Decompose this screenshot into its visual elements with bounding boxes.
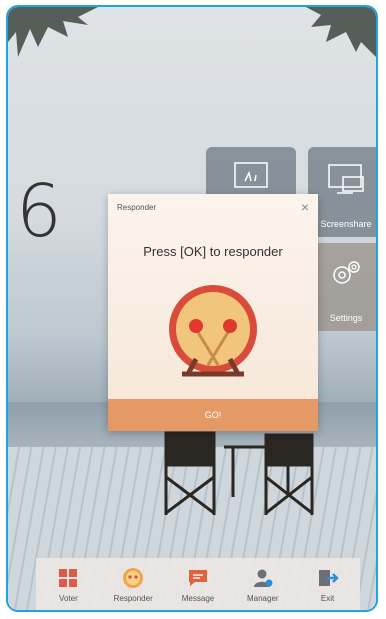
close-icon[interactable]: × (301, 199, 309, 215)
clock-digit: 6 (16, 169, 62, 253)
exit-icon (317, 567, 339, 589)
drum-icon (169, 285, 257, 377)
foliage-left-decoration (8, 7, 98, 57)
whiteboard-icon (234, 162, 268, 188)
responder-icon (122, 567, 144, 589)
taskbar-label: Voter (59, 594, 78, 603)
taskbar-label: Exit (320, 594, 335, 603)
taskbar-label: Responder (113, 594, 153, 603)
taskbar-item-message[interactable]: Message (169, 567, 227, 603)
taskbar-label: Manager (246, 594, 279, 603)
screenshare-icon (328, 164, 364, 194)
taskbar-item-responder[interactable]: Responder (104, 567, 162, 603)
taskbar-item-exit[interactable]: Exit (299, 567, 357, 603)
app-tile-screenshare[interactable]: Screenshare (308, 147, 376, 237)
responder-prompt: Press [OK] to responder (143, 244, 283, 259)
voter-icon (57, 567, 79, 589)
taskbar-item-voter[interactable]: Voter (39, 567, 97, 603)
settings-gear-icon (333, 261, 360, 284)
responder-dialog: Responder × Press [OK] to responder GO! (108, 194, 318, 431)
message-icon (187, 567, 209, 589)
app-tile-settings[interactable]: Settings (308, 243, 376, 331)
screen-frame: 6 Screenshare Settings Responder × Press… (6, 5, 378, 612)
foliage-right-decoration (306, 7, 376, 57)
go-button[interactable]: GO! (108, 399, 318, 431)
tile-label: Screenshare (320, 219, 372, 229)
taskbar-label: Message (181, 594, 215, 603)
dialog-title: Responder (117, 203, 157, 212)
bottom-taskbar: Voter Responder Message Manager Exit (36, 558, 360, 610)
taskbar-item-manager[interactable]: Manager (234, 567, 292, 603)
manager-icon (252, 567, 274, 589)
deck-chairs-decoration (164, 431, 314, 515)
tile-label: Settings (329, 313, 363, 323)
